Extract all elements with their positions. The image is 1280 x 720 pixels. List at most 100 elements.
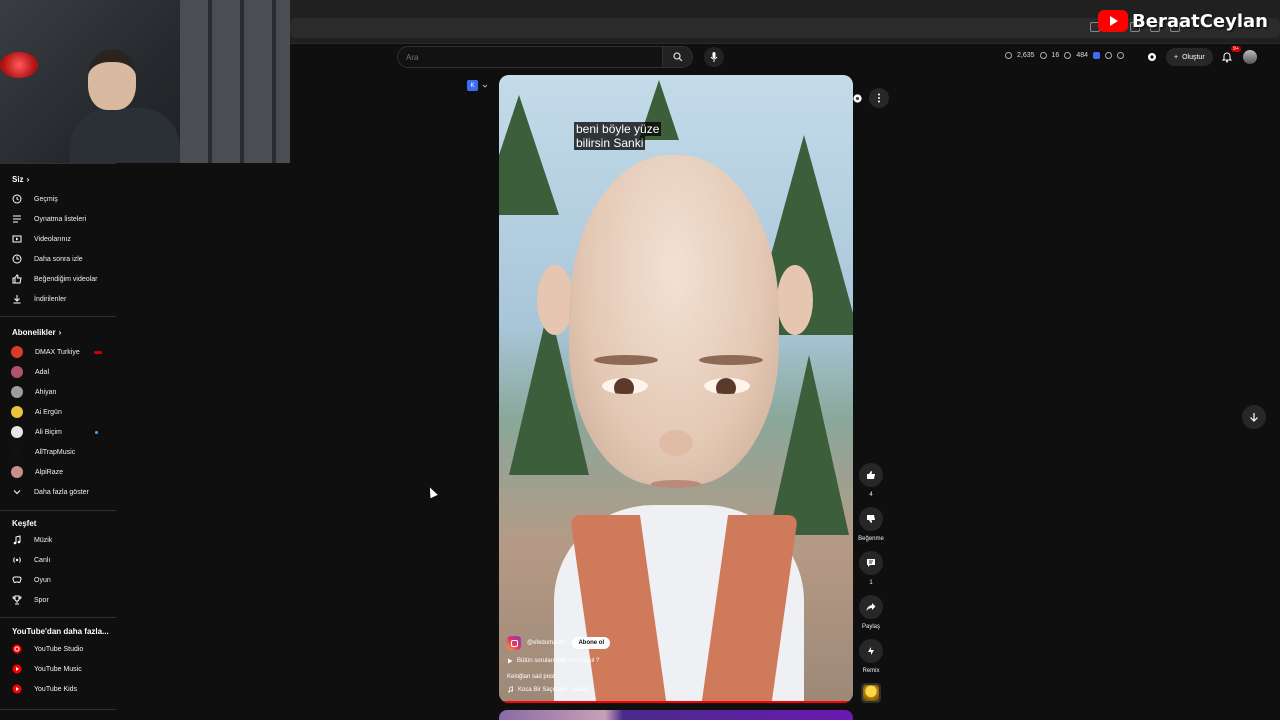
extension-badge-icon[interactable]: K (467, 80, 478, 91)
like-action[interactable]: 4 (856, 463, 886, 498)
section-you-header[interactable]: Siz › (12, 175, 29, 184)
subscription-label: Adal (35, 368, 50, 376)
thumbs-down-icon (867, 515, 875, 523)
views-count: 2,635 (1017, 52, 1035, 59)
sidebar-item-gaming[interactable]: Oyun (12, 571, 112, 589)
subscription-item[interactable]: Ali Biçim (11, 423, 112, 441)
liked-icon (12, 274, 22, 284)
subscription-label: AlpiRaze (35, 468, 64, 476)
share-button[interactable] (859, 595, 883, 619)
playlist-link[interactable]: Bütün soruları bildi ama nasıl ? (507, 658, 807, 664)
subscription-item[interactable]: Ahiyan (11, 383, 112, 401)
comment-count: 1 (869, 580, 873, 586)
streamer-body (70, 108, 180, 163)
character-nose (659, 430, 693, 456)
streamer (70, 50, 200, 163)
notifications-button[interactable]: 9+ (1221, 46, 1241, 64)
short-description[interactable]: Keloğlan sad post... (507, 674, 807, 680)
subscribe-button[interactable]: Abone ol (572, 637, 611, 649)
watch-later-icon (12, 254, 22, 264)
section-subscriptions-header[interactable]: Abonelikler › (12, 328, 61, 337)
sidebar-item-downloads[interactable]: İndirilenler (12, 290, 112, 308)
sound-thumbnail[interactable] (861, 683, 881, 703)
sidebar-item-youtube-studio[interactable]: YouTube Studio (12, 640, 112, 658)
sidebar-item-music[interactable]: Müzik (12, 531, 112, 549)
channel-handle[interactable]: @efeduman00 (527, 640, 566, 646)
youtube-studio-icon (12, 644, 22, 654)
subscription-item[interactable]: AlpiRaze (11, 463, 112, 481)
music-link[interactable]: Koca Bir Saçmalık · Jakuzi (507, 686, 807, 693)
chevron-down-icon (13, 490, 21, 495)
live-indicator (94, 350, 102, 354)
search-input[interactable] (398, 52, 662, 62)
search-box[interactable] (397, 46, 693, 68)
channel-avatar (11, 406, 23, 418)
comments-button[interactable] (859, 551, 883, 575)
divider (0, 316, 116, 317)
hourglass-icon[interactable] (1117, 52, 1125, 59)
like-button[interactable] (859, 463, 883, 487)
dislike-button[interactable] (859, 507, 883, 531)
progress-bar[interactable] (499, 701, 853, 703)
dislike-action[interactable]: Beğenme (856, 507, 886, 542)
channel-avatar (11, 446, 23, 458)
remix-button[interactable] (859, 639, 883, 663)
shorts-player[interactable]: beni böyle yüze bilirsin Sanki @efeduman… (499, 75, 853, 703)
list-icon[interactable] (1105, 52, 1113, 59)
extension-icon[interactable] (1093, 52, 1101, 59)
streamer-head (88, 50, 136, 110)
sidebar-item-label: Daha sonra izle (34, 255, 83, 263)
subscription-item[interactable]: AllTrapMusic (11, 443, 112, 461)
sidebar-item-youtube-music[interactable]: YouTube Music (12, 660, 112, 678)
stat-icon (1064, 52, 1072, 59)
sidebar-item-live[interactable]: Canlı (12, 551, 112, 569)
create-button[interactable]: + Oluştur (1166, 48, 1213, 66)
subscription-label: Ali Biçim (35, 428, 62, 436)
video-caption: beni böyle yüze bilirsin Sanki (574, 122, 662, 150)
divider (0, 709, 116, 710)
music-title: Koca Bir Saçmalık · Jakuzi (518, 686, 590, 693)
chevron-down-icon[interactable] (482, 83, 488, 89)
voice-search-button[interactable] (704, 47, 724, 67)
channel-avatar (11, 466, 23, 478)
sidebar-item-label: Geçmiş (34, 195, 58, 203)
more-options-button[interactable] (869, 88, 889, 108)
next-short-button[interactable] (1242, 405, 1266, 429)
other-count: 484 (1076, 52, 1089, 59)
video-tree (769, 355, 849, 535)
search-button[interactable] (662, 47, 692, 67)
plus-icon: + (1174, 53, 1179, 61)
sidebar-item-label: Videolarınız (34, 235, 71, 243)
settings-gear-icon[interactable] (852, 93, 863, 104)
sidebar-item-your-videos[interactable]: Videolarınız (12, 230, 112, 248)
subscription-item[interactable]: DMAX Turkiye (11, 343, 112, 361)
youtube-logo-icon (1098, 10, 1129, 32)
sidebar-item-liked-videos[interactable]: Beğendiğim videolar (12, 270, 112, 288)
sidebar-item-youtube-kids[interactable]: YouTube Kids (12, 680, 112, 698)
progress-fill (499, 701, 853, 703)
sidebar-item-label: Müzik (34, 536, 53, 544)
sidebar-item-playlists[interactable]: Oynatma listeleri (12, 210, 112, 228)
caption-line: beni böyle yüze (574, 122, 662, 136)
subscription-item[interactable]: Ai Ergün (11, 403, 112, 421)
bell-icon (1221, 52, 1232, 63)
remix-action[interactable]: Remix (856, 639, 886, 674)
next-short-preview[interactable] (499, 710, 853, 720)
channel-watermark: BeraatCeylan (1098, 10, 1268, 32)
comment-action[interactable]: 1 (856, 551, 886, 586)
account-avatar[interactable] (1242, 50, 1257, 64)
notification-badge: 9+ (1230, 46, 1241, 52)
instagram-icon[interactable] (507, 636, 521, 650)
sidebar-item-watch-later[interactable]: Daha sonra izle (12, 250, 112, 268)
section-title: Abonelikler (12, 328, 56, 337)
sidebar-item-sports[interactable]: Spor (12, 591, 112, 609)
show-more-button[interactable]: Daha fazla göster (12, 483, 112, 501)
chevron-right-icon: › (58, 328, 62, 337)
sidebar-item-label: Oyun (34, 576, 51, 584)
sidebar-item-history[interactable]: Geçmiş (12, 190, 112, 208)
show-more-label: Daha fazla göster (34, 488, 89, 496)
gear-icon[interactable] (1146, 51, 1158, 63)
share-action[interactable]: Paylaş (856, 595, 886, 630)
more-vert-icon (878, 93, 880, 103)
subscription-item[interactable]: Adal (11, 363, 112, 381)
